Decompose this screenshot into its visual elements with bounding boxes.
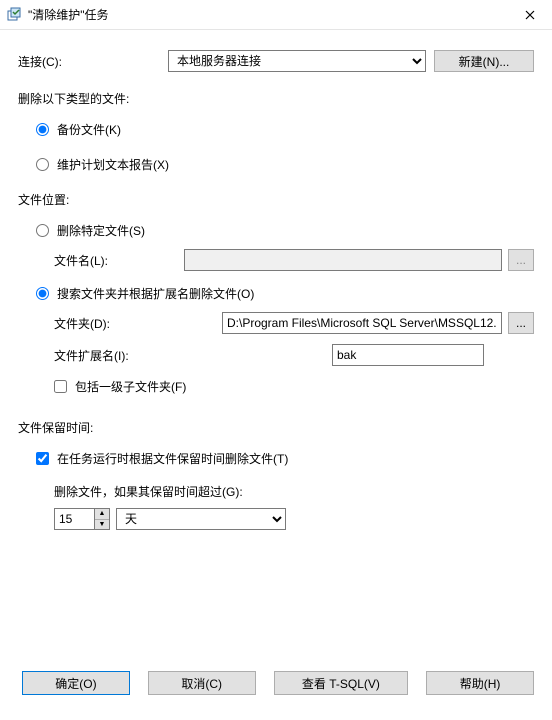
enable-age-check[interactable]: 在任务运行时根据文件保留时间删除文件(T) — [36, 450, 534, 467]
include-subfolder-check[interactable]: 包括一级子文件夹(F) — [54, 378, 534, 395]
radio-search-input[interactable] — [36, 287, 49, 300]
cancel-button[interactable]: 取消(C) — [148, 671, 256, 695]
include-subfolder-label: 包括一级子文件夹(F) — [75, 378, 186, 395]
help-button[interactable]: 帮助(H) — [426, 671, 534, 695]
connection-select[interactable]: 本地服务器连接 — [168, 50, 426, 72]
file-location-title: 文件位置: — [18, 191, 534, 208]
folder-input[interactable] — [222, 312, 502, 334]
enable-age-input[interactable] — [36, 452, 49, 465]
include-subfolder-input[interactable] — [54, 380, 67, 393]
age-threshold-label: 删除文件，如果其保留时间超过(G): — [54, 483, 534, 500]
radio-backup-input[interactable] — [36, 123, 49, 136]
radio-search-label: 搜索文件夹并根据扩展名删除文件(O) — [57, 285, 254, 302]
folder-label: 文件夹(D): — [54, 315, 222, 332]
window-title: "清除维护"任务 — [28, 6, 507, 23]
filename-browse-button: ... — [508, 249, 534, 271]
radio-report-label: 维护计划文本报告(X) — [57, 156, 169, 173]
titlebar: "清除维护"任务 — [0, 0, 552, 30]
age-amount-spinner[interactable]: ▲ ▼ — [54, 508, 110, 530]
radio-report-input[interactable] — [36, 158, 49, 171]
radio-specific-file[interactable]: 删除特定文件(S) — [36, 222, 534, 239]
view-tsql-button[interactable]: 查看 T-SQL(V) — [274, 671, 409, 695]
delete-type-title: 删除以下类型的文件: — [18, 90, 534, 107]
file-age-title: 文件保留时间: — [18, 419, 534, 436]
age-unit-select[interactable]: 天 — [116, 508, 286, 530]
enable-age-label: 在任务运行时根据文件保留时间删除文件(T) — [57, 450, 288, 467]
radio-backup-files[interactable]: 备份文件(K) — [36, 121, 534, 138]
radio-specific-input[interactable] — [36, 224, 49, 237]
filename-input — [184, 249, 502, 271]
radio-specific-label: 删除特定文件(S) — [57, 222, 145, 239]
ok-button[interactable]: 确定(O) — [22, 671, 130, 695]
radio-backup-label: 备份文件(K) — [57, 121, 121, 138]
folder-browse-button[interactable]: ... — [508, 312, 534, 334]
task-icon — [6, 7, 22, 23]
dialog-footer: 确定(O) 取消(C) 查看 T-SQL(V) 帮助(H) — [0, 664, 552, 720]
close-button[interactable] — [507, 0, 552, 30]
spinner-up-icon[interactable]: ▲ — [95, 509, 109, 520]
age-amount-input[interactable] — [54, 508, 94, 530]
new-connection-button[interactable]: 新建(N)... — [434, 50, 534, 72]
extension-label: 文件扩展名(I): — [54, 347, 332, 364]
spinner-down-icon[interactable]: ▼ — [95, 520, 109, 530]
radio-search-folder[interactable]: 搜索文件夹并根据扩展名删除文件(O) — [36, 285, 534, 302]
filename-label: 文件名(L): — [54, 252, 184, 269]
connection-label: 连接(C): — [18, 53, 168, 70]
radio-report-files[interactable]: 维护计划文本报告(X) — [36, 156, 534, 173]
extension-input[interactable] — [332, 344, 484, 366]
